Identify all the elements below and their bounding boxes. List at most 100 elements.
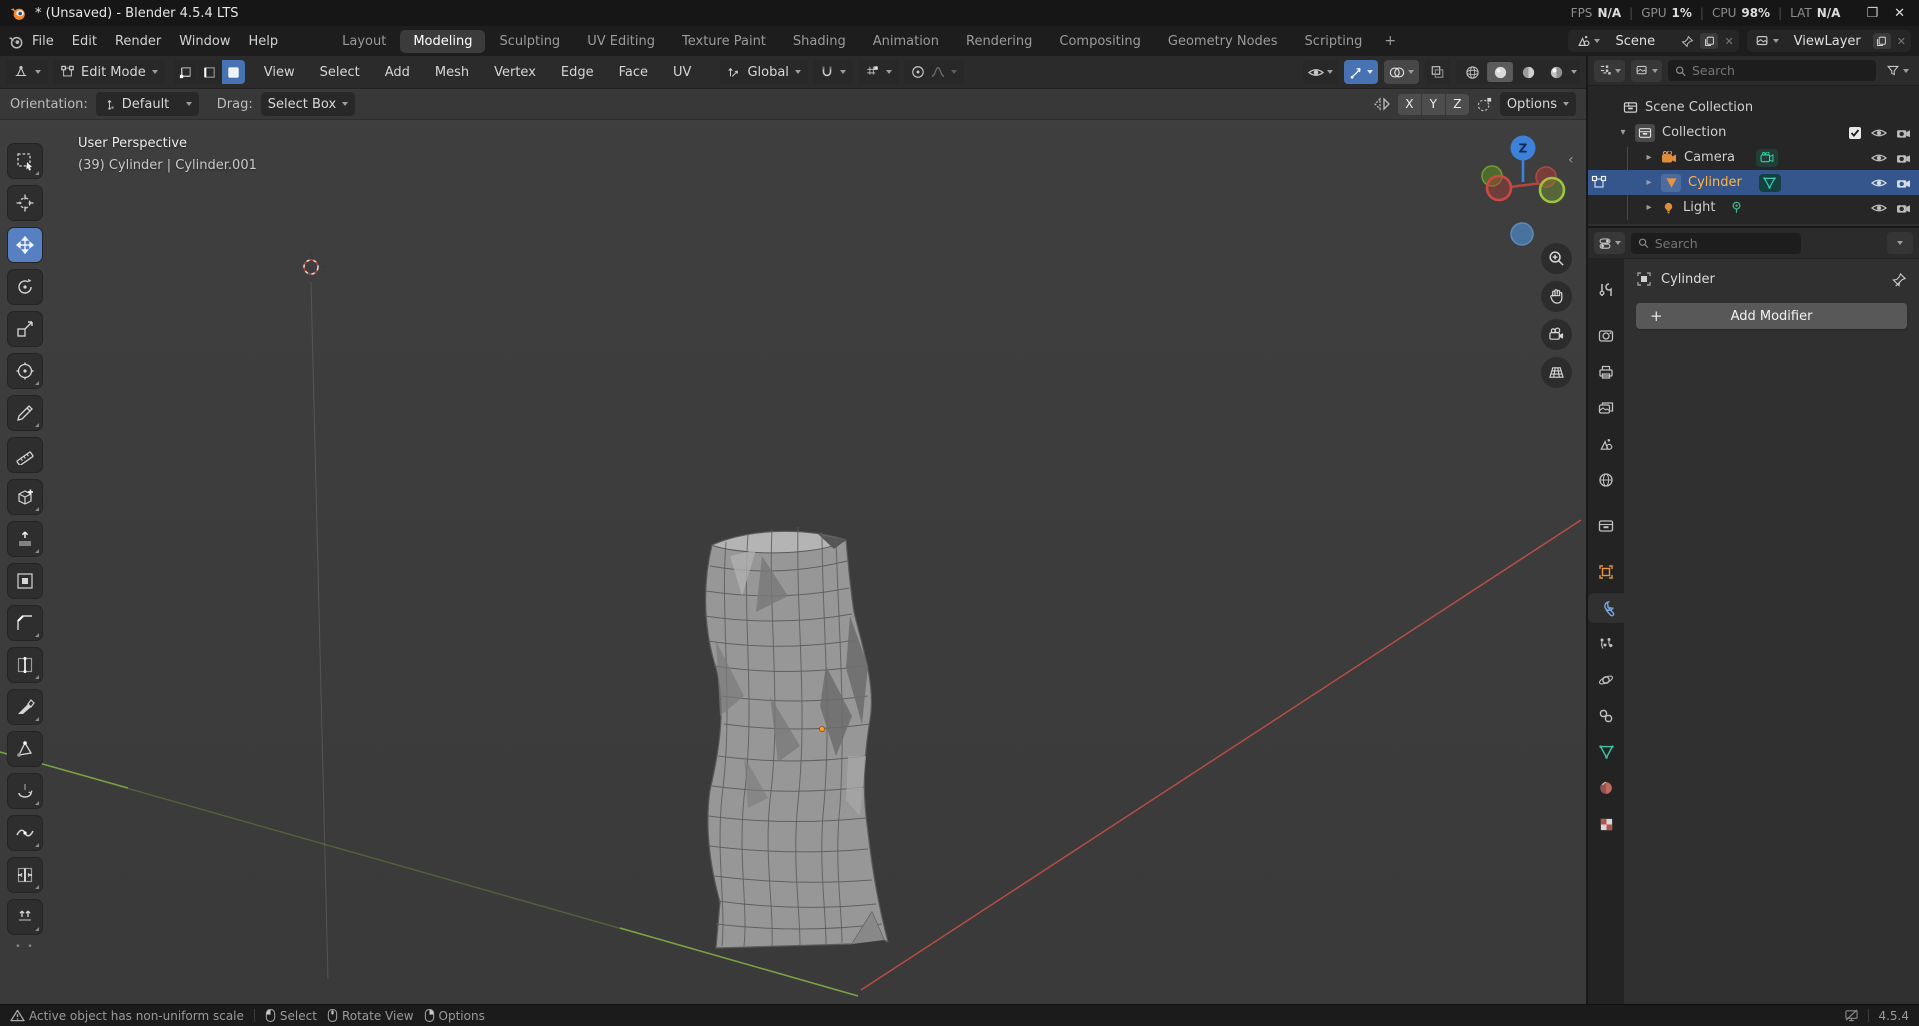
tool-loop-cut[interactable] [8, 648, 42, 682]
restore-window-button[interactable]: ❐ [1862, 6, 1882, 21]
toggle-ortho-button[interactable] [1541, 357, 1572, 388]
shading-wireframe-button[interactable] [1459, 62, 1485, 82]
tool-transform[interactable] [8, 354, 42, 388]
object-visibility-dropdown[interactable] [1303, 60, 1338, 84]
tab-layout[interactable]: Layout [329, 30, 399, 53]
snap-toggle-button[interactable] [813, 60, 853, 84]
outliner-row-camera[interactable]: ▸ Camera [1588, 145, 1919, 170]
tool-cursor[interactable] [8, 186, 42, 220]
viewport-canvas[interactable] [0, 56, 1586, 1004]
face-select-button[interactable] [222, 60, 245, 84]
scene-browse-button[interactable] [1573, 30, 1603, 52]
tool-rotate[interactable] [8, 270, 42, 304]
tool-knife[interactable] [8, 690, 42, 724]
viewport-menu-mesh[interactable]: Mesh [425, 65, 479, 80]
tab-collection-properties[interactable] [1588, 511, 1624, 541]
blender-app-menu-icon[interactable] [8, 34, 23, 49]
editor-type-button[interactable] [6, 60, 48, 84]
drag-dropdown[interactable]: Select Box [261, 92, 355, 116]
properties-search-input[interactable] [1655, 236, 1794, 251]
menu-render[interactable]: Render [106, 31, 170, 52]
expand-collapse-icon[interactable]: ▾ [1618, 127, 1628, 138]
network-offline-icon[interactable] [1844, 1009, 1859, 1022]
menu-file[interactable]: File [23, 31, 63, 52]
viewport-menu-face[interactable]: Face [609, 65, 658, 80]
properties-editor-type-button[interactable] [1594, 232, 1625, 254]
mirror-y-button[interactable]: Y [1422, 94, 1445, 115]
hide-viewport-eye-icon[interactable] [1871, 177, 1887, 189]
properties-options-dropdown[interactable] [1887, 232, 1913, 254]
scene-name[interactable]: Scene [1609, 34, 1675, 49]
tab-geometry-nodes[interactable]: Geometry Nodes [1155, 30, 1291, 53]
tool-shrink-fatten[interactable] [8, 900, 42, 934]
tool-scale[interactable] [8, 312, 42, 346]
disable-render-camera-icon[interactable] [1896, 177, 1911, 189]
expand-icon[interactable]: ▸ [1644, 202, 1654, 213]
hide-viewport-eye-icon[interactable] [1871, 202, 1887, 214]
view-layer-remove-button[interactable]: ✕ [1897, 35, 1906, 48]
tab-physics-properties[interactable] [1588, 665, 1624, 695]
transform-orientation-dropdown[interactable]: Global [720, 60, 807, 84]
pan-view-button[interactable] [1541, 281, 1572, 312]
view-layer-browse-button[interactable] [1752, 30, 1782, 52]
tool-spin[interactable] [8, 774, 42, 808]
expand-icon[interactable]: ▸ [1644, 152, 1654, 163]
viewport-menu-view[interactable]: View [254, 65, 305, 80]
tool-measure[interactable] [8, 438, 42, 472]
tab-world-properties[interactable] [1588, 465, 1624, 495]
tool-extrude-region[interactable] [8, 522, 42, 556]
menu-help[interactable]: Help [240, 31, 288, 52]
tab-constraint-properties[interactable] [1588, 701, 1624, 731]
vertex-select-button[interactable] [174, 60, 197, 84]
viewport-menu-add[interactable]: Add [375, 65, 420, 80]
disable-render-camera-icon[interactable] [1896, 152, 1911, 164]
show-gizmo-toggle[interactable] [1344, 60, 1378, 84]
tab-particle-properties[interactable] [1588, 629, 1624, 659]
light-data-badge[interactable] [1730, 201, 1743, 214]
outliner-search[interactable] [1668, 60, 1876, 81]
tab-animation[interactable]: Animation [860, 30, 952, 53]
outliner-row-light[interactable]: ▸ Light [1588, 195, 1919, 220]
tab-tool-properties[interactable] [1588, 275, 1624, 305]
shading-material-button[interactable] [1515, 62, 1541, 82]
mirror-x-button[interactable]: X [1398, 94, 1421, 115]
outliner-row-scene-collection[interactable]: Scene Collection [1588, 95, 1919, 120]
tool-poly-build[interactable] [8, 732, 42, 766]
outliner-filter-mode-dropdown[interactable] [1631, 60, 1662, 82]
view-layer-copy-button[interactable] [1873, 33, 1891, 49]
expand-icon[interactable]: ▸ [1644, 177, 1654, 188]
tool-inset-faces[interactable] [8, 564, 42, 598]
camera-data-badge[interactable] [1756, 149, 1778, 167]
options-dropdown[interactable]: Options [1500, 92, 1576, 116]
tab-render-properties[interactable] [1588, 321, 1624, 351]
outliner-display-mode-dropdown[interactable] [1594, 60, 1625, 82]
show-overlays-toggle[interactable] [1384, 60, 1419, 84]
add-workspace-button[interactable]: + [1376, 33, 1404, 49]
toolbar-overflow-indicator[interactable]: • • [8, 942, 42, 952]
tool-edge-slide[interactable] [8, 858, 42, 892]
tool-add-cube[interactable] [8, 480, 42, 514]
snap-target-dropdown[interactable] [858, 60, 899, 84]
collapse-sidebar-icon[interactable]: ‹ [1568, 152, 1574, 168]
mesh-data-badge[interactable] [1759, 174, 1781, 192]
properties-search[interactable] [1631, 233, 1801, 254]
disable-render-camera-icon[interactable] [1896, 127, 1911, 139]
tool-smooth[interactable] [8, 816, 42, 850]
tab-texture-paint[interactable]: Texture Paint [669, 30, 779, 53]
outliner-filter-dropdown[interactable] [1882, 60, 1913, 82]
edge-select-button[interactable] [198, 60, 221, 84]
view-layer-name[interactable]: ViewLayer [1788, 34, 1867, 49]
close-window-button[interactable]: ✕ [1890, 6, 1909, 21]
viewport-menu-uv[interactable]: UV [663, 65, 701, 80]
tab-texture-properties[interactable] [1588, 809, 1624, 839]
scene-unlink-button[interactable]: ✕ [1724, 35, 1733, 48]
tool-select-box[interactable] [8, 144, 42, 178]
shading-rendered-button[interactable] [1543, 62, 1569, 82]
camera-view-button[interactable] [1541, 319, 1572, 350]
breadcrumb-object-name[interactable]: Cylinder [1661, 272, 1715, 287]
add-modifier-button[interactable]: + Add Modifier [1636, 303, 1907, 329]
tab-object-properties[interactable] [1588, 557, 1624, 587]
tab-object-data-properties[interactable] [1588, 737, 1624, 767]
tab-uv-editing[interactable]: UV Editing [574, 30, 668, 53]
hide-viewport-eye-icon[interactable] [1871, 152, 1887, 164]
